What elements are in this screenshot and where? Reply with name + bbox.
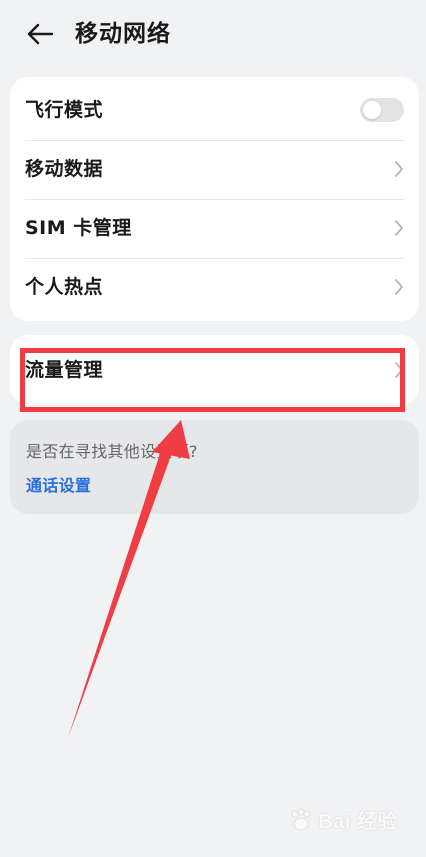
suggestion-question: 是否在寻找其他设置项?	[26, 442, 198, 461]
suggestion-card: 是否在寻找其他设置项? 通话设置	[10, 420, 419, 514]
mobile-data-row[interactable]: 移动数据	[10, 140, 419, 198]
sim-card-management-label: SIM 卡管理	[25, 217, 132, 239]
mobile-data-label: 移动数据	[25, 158, 104, 180]
watermark: Bai 经验	[288, 805, 398, 834]
back-button[interactable]	[20, 14, 60, 54]
page-title: 移动网络	[75, 21, 171, 47]
main-settings-card: 飞行模式 移动数据 SIM 卡管理 个人热点	[10, 77, 419, 321]
chevron-right-icon	[395, 161, 403, 177]
sim-card-management-row[interactable]: SIM 卡管理	[10, 199, 419, 257]
airplane-mode-row[interactable]: 飞行模式	[10, 81, 419, 139]
airplane-mode-toggle[interactable]	[360, 98, 404, 122]
annotation-highlight-box	[20, 348, 405, 412]
airplane-mode-label: 飞行模式	[25, 99, 104, 121]
watermark-text: Bai 经验	[318, 811, 398, 833]
header: 移动网络	[0, 0, 426, 70]
chevron-right-icon	[395, 220, 403, 236]
personal-hotspot-row[interactable]: 个人热点	[10, 258, 419, 316]
back-arrow-icon	[27, 23, 54, 45]
personal-hotspot-label: 个人热点	[25, 276, 104, 298]
chevron-right-icon	[395, 279, 403, 295]
toggle-knob	[363, 101, 381, 119]
paw-icon	[291, 808, 311, 830]
call-settings-link[interactable]: 通话设置	[26, 472, 91, 496]
